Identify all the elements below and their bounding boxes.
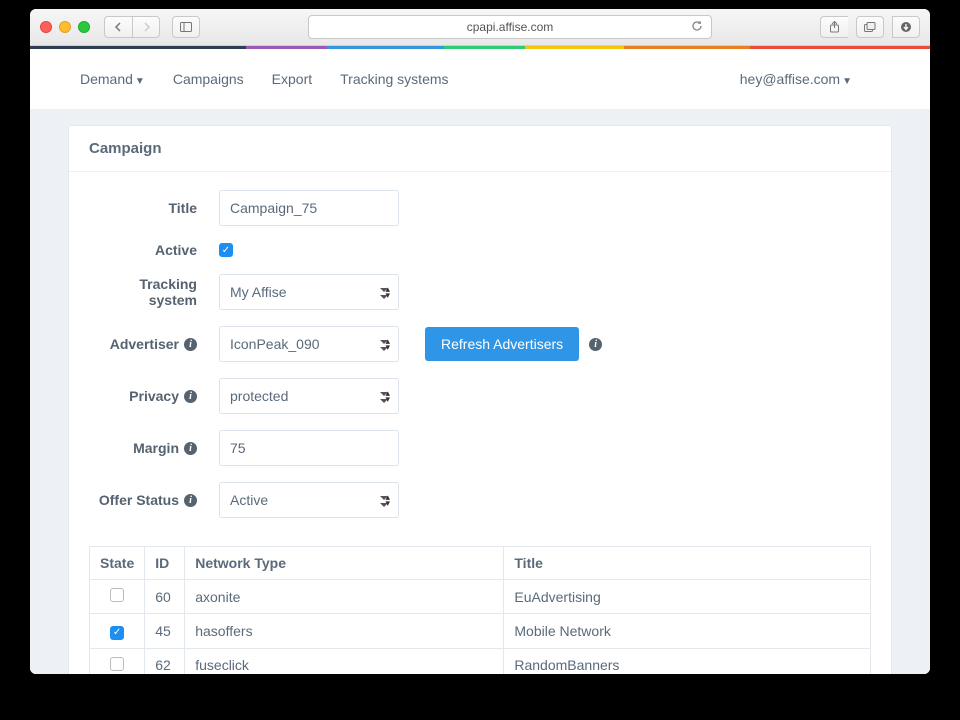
minimize-window-icon[interactable] bbox=[59, 21, 71, 33]
user-email: hey@affise.com bbox=[740, 71, 840, 87]
privacy-select-value: protected bbox=[230, 388, 288, 404]
cell-state bbox=[90, 648, 145, 674]
table-row: 62fuseclickRandomBanners bbox=[90, 648, 871, 674]
label-offer-status-text: Offer Status bbox=[99, 492, 179, 508]
cell-id: 62 bbox=[145, 648, 185, 674]
privacy-select[interactable]: protected ▴▾ bbox=[219, 378, 399, 414]
row-margin: Margin i bbox=[89, 430, 871, 466]
nav-back-forward bbox=[104, 16, 160, 38]
label-title: Title bbox=[89, 200, 219, 216]
downloads-button[interactable] bbox=[892, 16, 920, 38]
row-offer-status: Offer Status i Active ▴▾ bbox=[89, 482, 871, 518]
margin-input[interactable] bbox=[230, 440, 388, 456]
campaign-form: Title Active ✓ Tracking system My Affise… bbox=[69, 172, 891, 546]
active-checkbox[interactable]: ✓ bbox=[219, 243, 233, 257]
close-window-icon[interactable] bbox=[40, 21, 52, 33]
select-arrows-icon: ▴▾ bbox=[385, 390, 390, 402]
refresh-advertisers-button[interactable]: Refresh Advertisers bbox=[425, 327, 579, 361]
chevron-down-icon: ▼ bbox=[842, 76, 852, 87]
info-icon[interactable]: i bbox=[589, 338, 602, 351]
chevron-down-icon: ▼ bbox=[135, 76, 145, 87]
title-input[interactable] bbox=[230, 200, 388, 216]
col-network: Network Type bbox=[185, 547, 504, 580]
label-margin: Margin i bbox=[89, 440, 219, 456]
row-privacy: Privacy i protected ▴▾ bbox=[89, 378, 871, 414]
nav-campaigns[interactable]: Campaigns bbox=[173, 71, 244, 87]
user-menu[interactable]: hey@affise.com▼ bbox=[740, 71, 852, 87]
url-text: cpapi.affise.com bbox=[467, 20, 554, 34]
info-icon[interactable]: i bbox=[184, 338, 197, 351]
cell-title: RandomBanners bbox=[504, 648, 871, 674]
reload-icon[interactable] bbox=[691, 20, 703, 35]
margin-input-wrapper bbox=[219, 430, 399, 466]
browser-window: cpapi.affise.com Demand▼ Campaigns Expor… bbox=[30, 9, 930, 674]
row-tracking: Tracking system My Affise ▴▾ bbox=[89, 274, 871, 310]
main-nav: Demand▼ Campaigns Export Tracking system… bbox=[30, 49, 930, 109]
sidebar-toggle-button[interactable] bbox=[172, 16, 200, 38]
row-active: Active ✓ bbox=[89, 242, 871, 258]
col-title: Title bbox=[504, 547, 871, 580]
label-advertiser: Advertiser i bbox=[89, 336, 219, 352]
cell-title: EuAdvertising bbox=[504, 580, 871, 614]
share-button[interactable] bbox=[820, 16, 848, 38]
table-row: ✓ 45hasoffersMobile Network bbox=[90, 614, 871, 649]
page-body: Campaign Title Active ✓ Tracking system … bbox=[30, 109, 930, 674]
select-arrows-icon: ▴▾ bbox=[385, 286, 390, 298]
info-icon[interactable]: i bbox=[184, 390, 197, 403]
offer-status-select[interactable]: Active ▴▾ bbox=[219, 482, 399, 518]
forward-button[interactable] bbox=[132, 16, 160, 38]
advertiser-select-value: IconPeak_090 bbox=[230, 336, 320, 352]
window-controls bbox=[40, 21, 90, 33]
table-header-row: State ID Network Type Title bbox=[90, 547, 871, 580]
cell-network: axonite bbox=[185, 580, 504, 614]
title-input-wrapper bbox=[219, 190, 399, 226]
label-privacy-text: Privacy bbox=[129, 388, 179, 404]
cell-network: hasoffers bbox=[185, 614, 504, 649]
row-checkbox[interactable] bbox=[110, 657, 124, 671]
info-icon[interactable]: i bbox=[184, 494, 197, 507]
cell-state bbox=[90, 580, 145, 614]
label-tracking: Tracking system bbox=[89, 276, 219, 308]
label-offer-status: Offer Status i bbox=[89, 492, 219, 508]
back-button[interactable] bbox=[104, 16, 132, 38]
row-advertiser: Advertiser i IconPeak_090 ▴▾ Refresh Adv… bbox=[89, 326, 871, 362]
nav-demand[interactable]: Demand▼ bbox=[80, 71, 145, 87]
browser-right-controls bbox=[820, 16, 920, 38]
col-state: State bbox=[90, 547, 145, 580]
row-checkbox[interactable] bbox=[110, 588, 124, 602]
label-active: Active bbox=[89, 242, 219, 258]
advertiser-select[interactable]: IconPeak_090 ▴▾ bbox=[219, 326, 399, 362]
browser-titlebar: cpapi.affise.com bbox=[30, 9, 930, 46]
tracking-select-value: My Affise bbox=[230, 284, 287, 300]
tabs-button[interactable] bbox=[856, 16, 884, 38]
nav-tracking-systems[interactable]: Tracking systems bbox=[340, 71, 448, 87]
select-arrows-icon: ▴▾ bbox=[385, 338, 390, 350]
offers-table: State ID Network Type Title 60axoniteEuA… bbox=[89, 546, 871, 674]
nav-demand-label: Demand bbox=[80, 71, 133, 87]
maximize-window-icon[interactable] bbox=[78, 21, 90, 33]
panel-title: Campaign bbox=[69, 126, 891, 172]
info-icon[interactable]: i bbox=[184, 442, 197, 455]
tracking-select[interactable]: My Affise ▴▾ bbox=[219, 274, 399, 310]
cell-network: fuseclick bbox=[185, 648, 504, 674]
campaign-panel: Campaign Title Active ✓ Tracking system … bbox=[68, 125, 892, 674]
table-row: 60axoniteEuAdvertising bbox=[90, 580, 871, 614]
label-margin-text: Margin bbox=[133, 440, 179, 456]
cell-title: Mobile Network bbox=[504, 614, 871, 649]
cell-state: ✓ bbox=[90, 614, 145, 649]
select-arrows-icon: ▴▾ bbox=[385, 494, 390, 506]
row-title: Title bbox=[89, 190, 871, 226]
col-id: ID bbox=[145, 547, 185, 580]
cell-id: 45 bbox=[145, 614, 185, 649]
label-privacy: Privacy i bbox=[89, 388, 219, 404]
offer-status-select-value: Active bbox=[230, 492, 268, 508]
nav-export[interactable]: Export bbox=[272, 71, 312, 87]
cell-id: 60 bbox=[145, 580, 185, 614]
label-advertiser-text: Advertiser bbox=[110, 336, 179, 352]
url-bar[interactable]: cpapi.affise.com bbox=[308, 15, 712, 39]
row-checkbox[interactable]: ✓ bbox=[110, 626, 124, 640]
